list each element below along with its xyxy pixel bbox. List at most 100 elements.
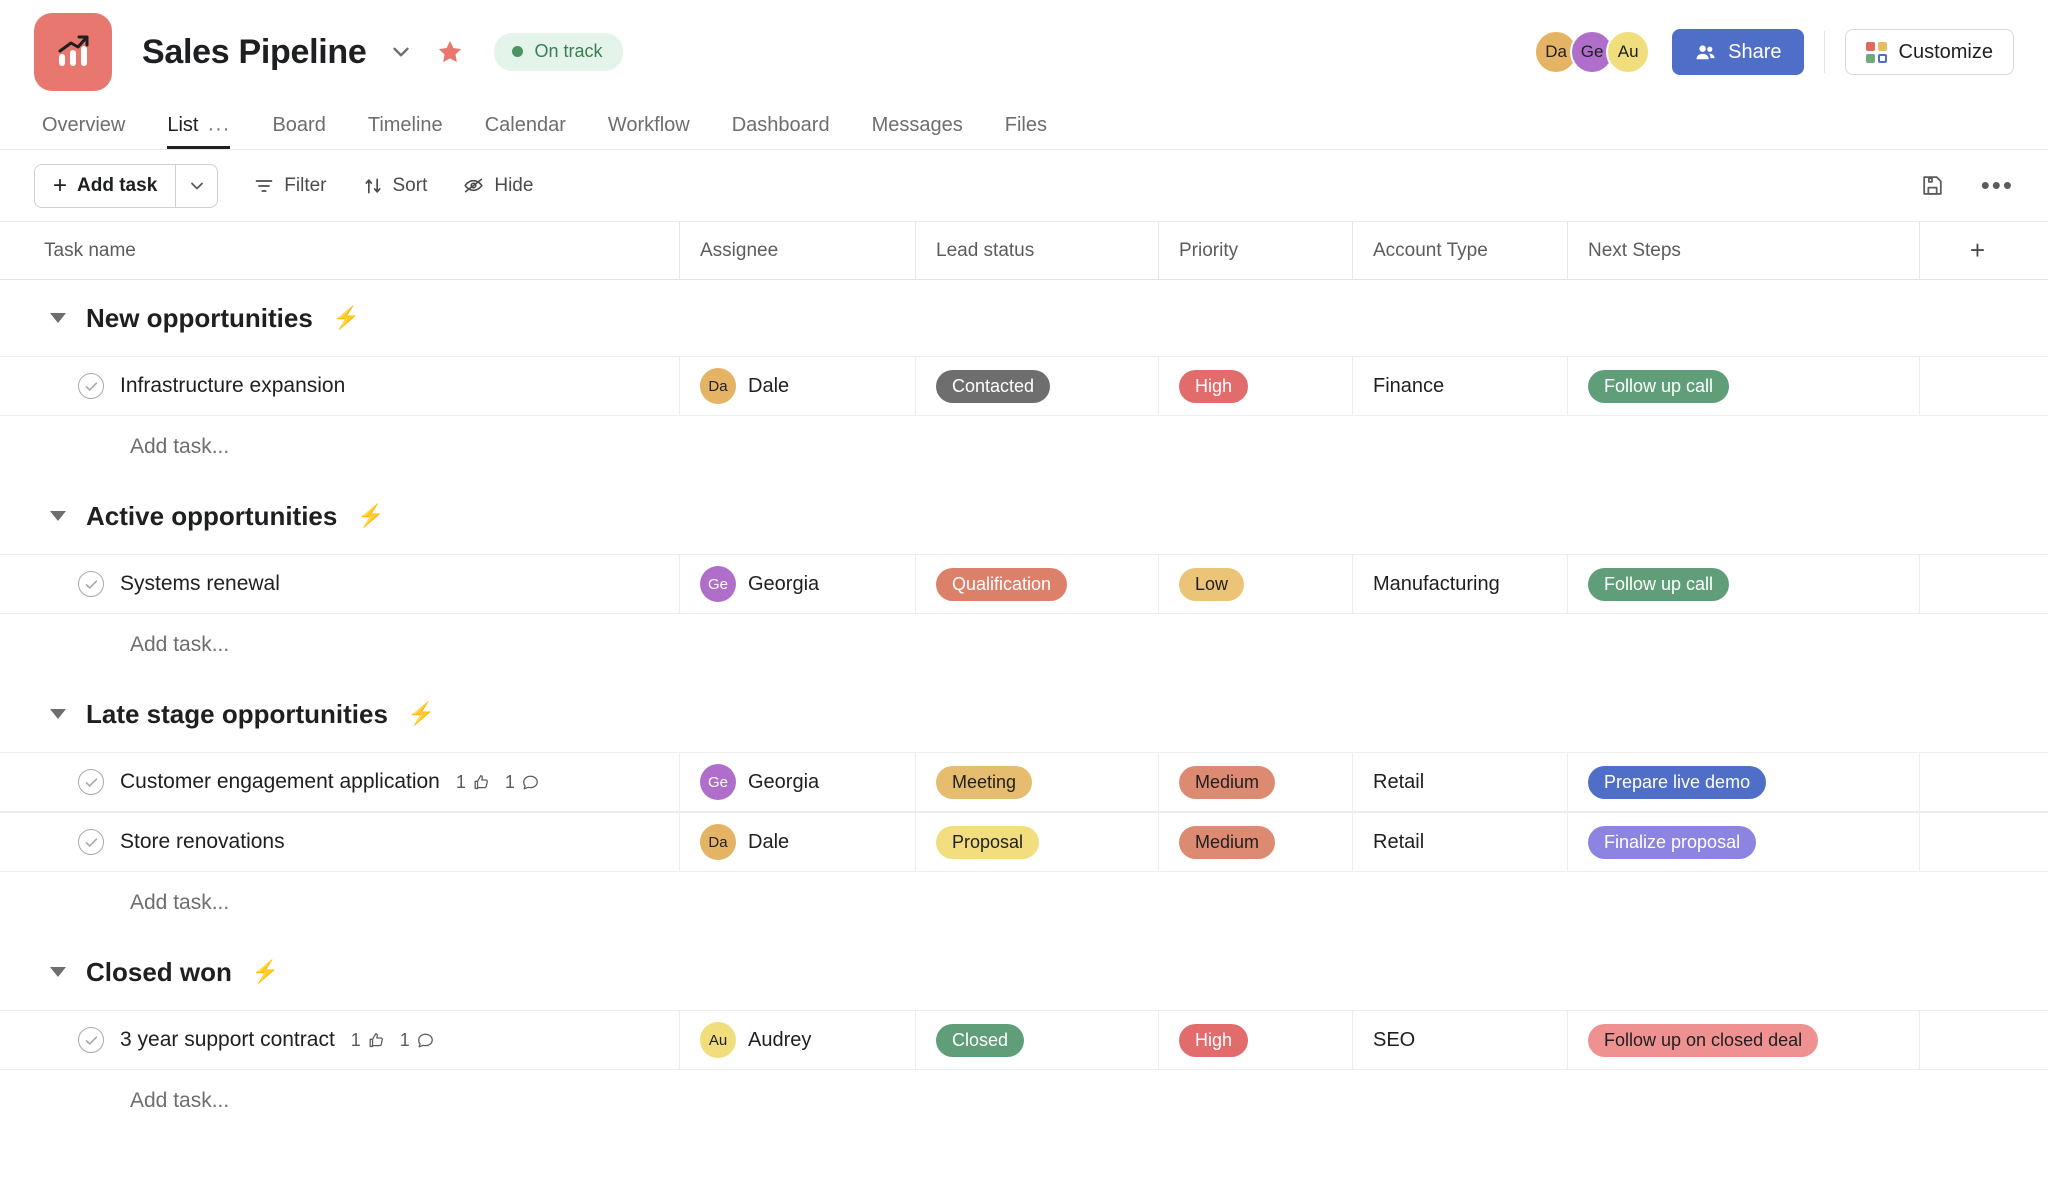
cell-priority[interactable]: Low: [1159, 555, 1353, 613]
cell-account-type[interactable]: SEO: [1353, 1011, 1568, 1069]
project-menu-chevron-down-icon[interactable]: [388, 39, 414, 65]
avatar: Au: [700, 1022, 736, 1058]
collapse-triangle-icon[interactable]: [50, 511, 66, 521]
complete-check-circle-icon[interactable]: [78, 373, 104, 399]
status-dot-icon: [512, 46, 524, 57]
tab-overview[interactable]: Overview: [34, 114, 146, 149]
thumbs-up-icon[interactable]: [367, 1031, 386, 1050]
cell-assignee[interactable]: Ge Georgia: [680, 753, 916, 811]
cell-lead-status[interactable]: Contacted: [916, 357, 1159, 415]
add-task-inline[interactable]: Add task...: [0, 1070, 2048, 1132]
add-task-inline[interactable]: Add task...: [0, 614, 2048, 676]
filter-button[interactable]: Filter: [254, 175, 327, 197]
cell-account-type[interactable]: Manufacturing: [1353, 555, 1568, 613]
collapse-triangle-icon[interactable]: [50, 967, 66, 977]
cell-account-type[interactable]: Retail: [1353, 813, 1568, 871]
cell-task-name[interactable]: Systems renewal: [0, 555, 680, 613]
cell-assignee[interactable]: Au Audrey: [680, 1011, 916, 1069]
tab-messages[interactable]: Messages: [851, 114, 984, 149]
tab-list[interactable]: List ···: [146, 114, 251, 149]
table-row[interactable]: Store renovations Da Dale Proposal Mediu…: [0, 812, 2048, 872]
task-name-label: Infrastructure expansion: [120, 374, 346, 397]
cell-lead-status[interactable]: Qualification: [916, 555, 1159, 613]
cell-account-type[interactable]: Retail: [1353, 753, 1568, 811]
like-count: 1: [350, 1029, 361, 1050]
cell-lead-status[interactable]: Closed: [916, 1011, 1159, 1069]
cell-task-name[interactable]: Store renovations: [0, 813, 680, 871]
tab-board[interactable]: Board: [251, 114, 346, 149]
customize-button[interactable]: Customize: [1844, 29, 2014, 75]
header-actions: Da Ge Au Share Customize: [1534, 29, 2014, 75]
cell-task-name[interactable]: Customer engagement application 1 1: [0, 753, 680, 811]
thumbs-up-icon[interactable]: [472, 773, 491, 792]
table-row[interactable]: 3 year support contract 1 1 Au Audrey Cl…: [0, 1010, 2048, 1070]
comment-bubble-icon[interactable]: [416, 1031, 435, 1050]
column-header-account-type[interactable]: Account Type: [1353, 221, 1568, 280]
assignee-name: Georgia: [748, 770, 820, 793]
assignee-name: Georgia: [748, 572, 820, 595]
complete-check-circle-icon[interactable]: [78, 769, 104, 795]
floppy-disk-icon[interactable]: [1920, 173, 1945, 198]
cell-lead-status[interactable]: Proposal: [916, 813, 1159, 871]
project-icon: [34, 13, 112, 91]
cell-priority[interactable]: High: [1159, 357, 1353, 415]
complete-check-circle-icon[interactable]: [78, 1027, 104, 1053]
tab-workflow[interactable]: Workflow: [587, 114, 711, 149]
cell-priority[interactable]: Medium: [1159, 753, 1353, 811]
cell-next-steps[interactable]: Follow up call: [1568, 555, 1920, 613]
more-options-ellipsis-icon[interactable]: •••: [1981, 172, 2014, 197]
cell-assignee[interactable]: Da Dale: [680, 357, 916, 415]
cell-account-type[interactable]: Finance: [1353, 357, 1568, 415]
tab-files[interactable]: Files: [984, 114, 1068, 149]
cell-next-steps[interactable]: Finalize proposal: [1568, 813, 1920, 871]
cell-priority[interactable]: High: [1159, 1011, 1353, 1069]
task-name-label: 3 year support contract: [120, 1028, 335, 1051]
like-count-group: 1: [456, 772, 491, 793]
column-header-next-steps[interactable]: Next Steps: [1568, 221, 1920, 280]
complete-check-circle-icon[interactable]: [78, 829, 104, 855]
tab-label: Messages: [871, 114, 963, 136]
status-badge[interactable]: On track: [494, 33, 623, 71]
comment-bubble-icon[interactable]: [521, 773, 540, 792]
tab-timeline[interactable]: Timeline: [347, 114, 464, 149]
add-task-placeholder: Add task...: [130, 633, 230, 656]
add-task-button[interactable]: + Add task: [35, 165, 175, 207]
tab-calendar[interactable]: Calendar: [464, 114, 587, 149]
customize-label: Customize: [1898, 40, 1993, 63]
tab-label: Workflow: [607, 114, 690, 136]
add-task-group: + Add task: [34, 163, 219, 208]
collapse-triangle-icon[interactable]: [50, 313, 66, 323]
cell-task-name[interactable]: 3 year support contract 1 1: [0, 1011, 680, 1069]
cell-next-steps[interactable]: Prepare live demo: [1568, 753, 1920, 811]
table-row[interactable]: Customer engagement application 1 1 Ge G…: [0, 752, 2048, 812]
sort-button[interactable]: Sort: [363, 175, 427, 197]
column-header-assignee[interactable]: Assignee: [680, 221, 916, 280]
star-icon[interactable]: [436, 38, 464, 66]
avatar[interactable]: Au: [1606, 30, 1651, 74]
like-count: 1: [455, 771, 466, 792]
cell-task-name[interactable]: Infrastructure expansion: [0, 357, 680, 415]
cell-lead-status[interactable]: Meeting: [916, 753, 1159, 811]
table-row[interactable]: Infrastructure expansion Da Dale Contact…: [0, 356, 2048, 416]
complete-check-circle-icon[interactable]: [78, 571, 104, 597]
table-row[interactable]: Systems renewal Ge Georgia Qualification…: [0, 554, 2048, 614]
comment-count-group: 1: [505, 772, 540, 793]
share-button[interactable]: Share: [1672, 29, 1804, 75]
cell-assignee[interactable]: Da Dale: [680, 813, 916, 871]
cell-next-steps[interactable]: Follow up call: [1568, 357, 1920, 415]
column-header-task-name[interactable]: Task name: [0, 221, 680, 280]
cell-priority[interactable]: Medium: [1159, 813, 1353, 871]
tab-overflow-ellipsis-icon[interactable]: ···: [207, 119, 230, 139]
column-header-lead-status[interactable]: Lead status: [916, 221, 1159, 280]
cell-next-steps[interactable]: Follow up on closed deal: [1568, 1011, 1920, 1069]
add-task-inline[interactable]: Add task...: [0, 416, 2048, 478]
add-task-chevron-down-icon[interactable]: [175, 164, 217, 207]
add-column-button[interactable]: +: [1920, 222, 2035, 280]
collapse-triangle-icon[interactable]: [50, 709, 66, 719]
avatar: Ge: [700, 566, 736, 602]
tab-dashboard[interactable]: Dashboard: [711, 114, 851, 149]
hide-button[interactable]: Hide: [463, 175, 533, 197]
column-header-priority[interactable]: Priority: [1159, 221, 1353, 280]
cell-assignee[interactable]: Ge Georgia: [680, 555, 916, 613]
add-task-inline[interactable]: Add task...: [0, 872, 2048, 934]
